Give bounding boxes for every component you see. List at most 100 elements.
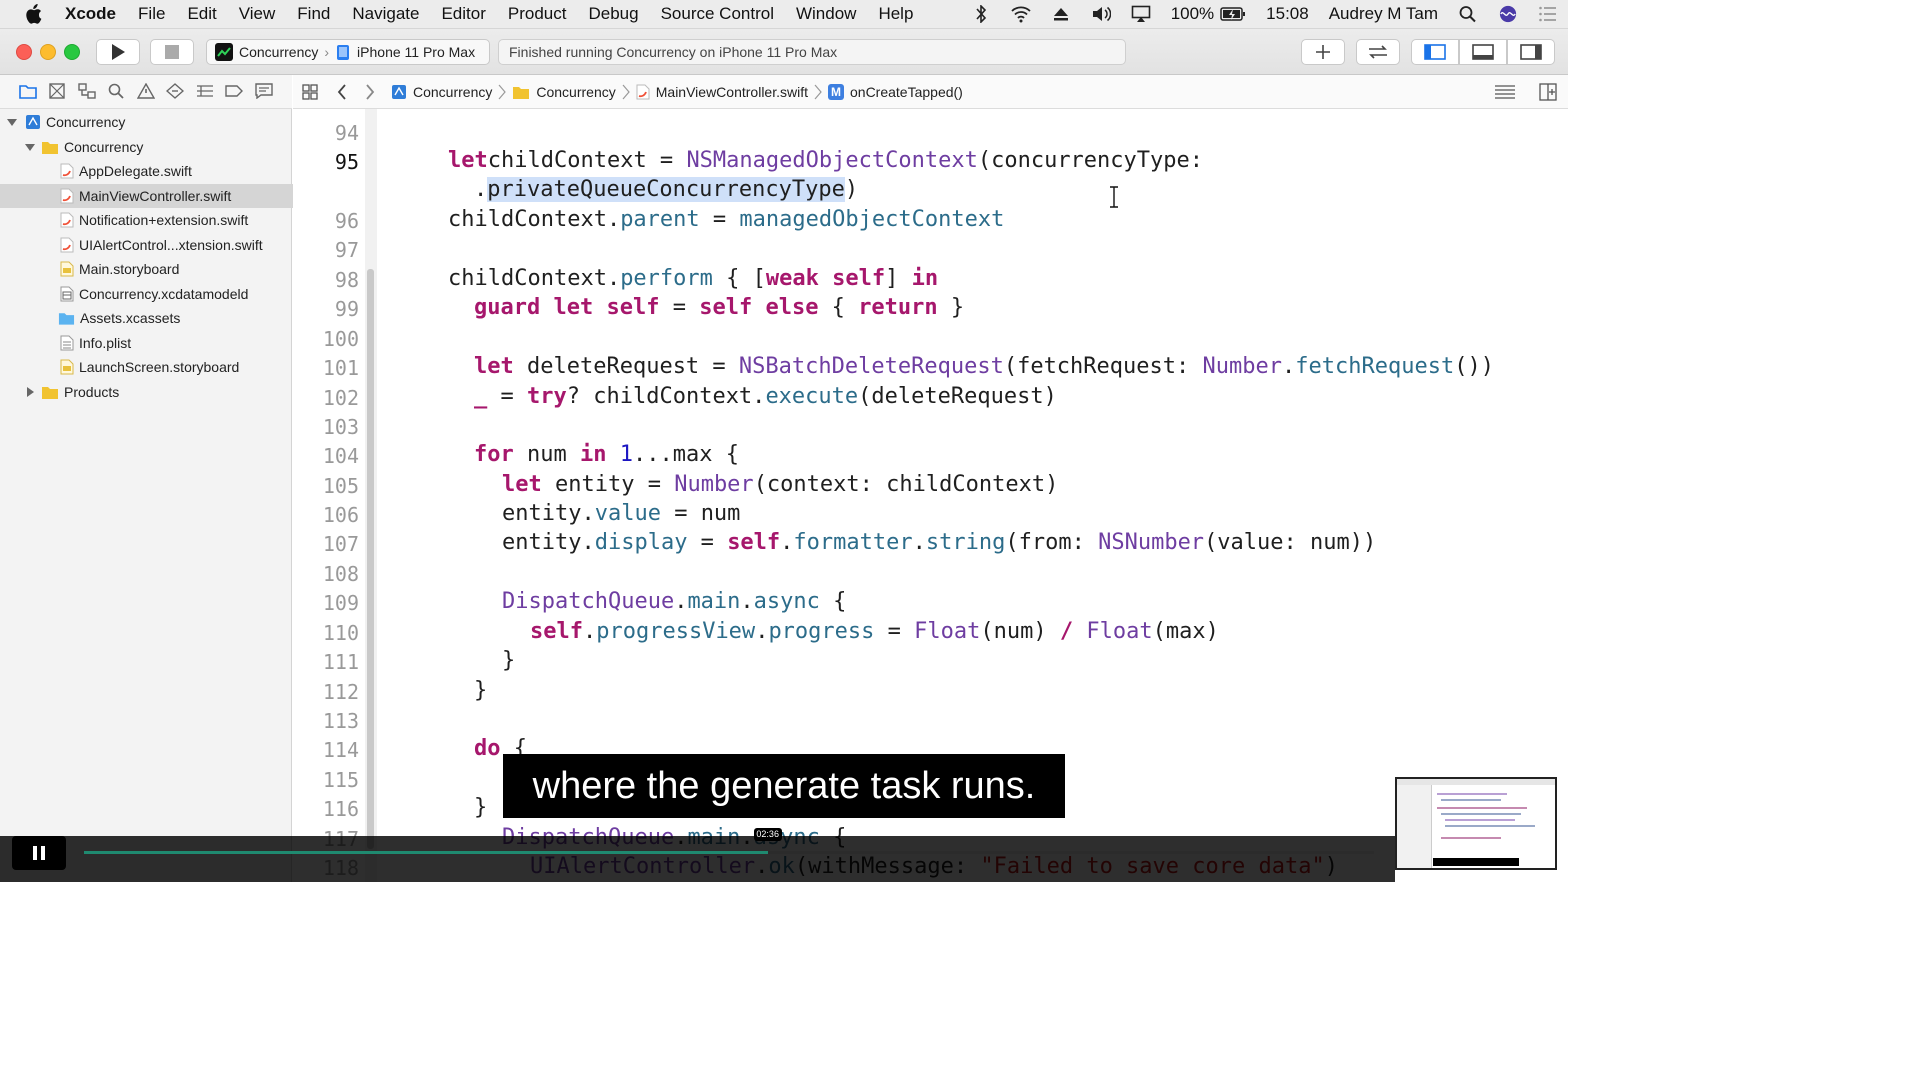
- project-navigator-icon[interactable]: [19, 83, 37, 99]
- breadcrumb: Concurrency Concurrency MainViewControll…: [391, 82, 963, 102]
- disclosure-expanded-icon[interactable]: [7, 117, 17, 127]
- menu-view[interactable]: View: [239, 4, 276, 24]
- editor-options-icon[interactable]: [1494, 84, 1516, 100]
- app-target-icon: [215, 43, 233, 61]
- navigator-selector-bar: [0, 75, 292, 109]
- apple-logo-icon[interactable]: [24, 4, 42, 24]
- toggle-navigator-button[interactable]: [1411, 39, 1459, 65]
- swift-file-icon: [60, 212, 74, 228]
- method-icon: M: [828, 84, 844, 100]
- file-label: MainViewController.swift: [79, 188, 232, 204]
- breadcrumb-chevron-icon: [498, 84, 507, 100]
- video-timestamp: 02:36: [753, 828, 782, 841]
- user-name[interactable]: Audrey M Tam: [1329, 4, 1438, 24]
- scheme-selector[interactable]: Concurrency › iPhone 11 Pro Max: [206, 39, 490, 65]
- menu-source-control[interactable]: Source Control: [661, 4, 774, 24]
- menu-help[interactable]: Help: [878, 4, 913, 24]
- line-number: 98: [334, 268, 359, 292]
- run-button[interactable]: [96, 39, 140, 65]
- menu-file[interactable]: File: [138, 4, 165, 24]
- asset-catalog-folder-icon: [58, 313, 75, 325]
- xcodeproj-icon: [26, 115, 40, 129]
- disclosure-collapsed-icon[interactable]: [25, 387, 35, 397]
- group-row-products[interactable]: Products: [0, 380, 291, 404]
- folder-icon: [42, 142, 58, 154]
- line-number-current: 95: [334, 150, 359, 174]
- issue-navigator-icon[interactable]: [137, 83, 155, 99]
- source-control-navigator-icon[interactable]: [49, 83, 65, 99]
- close-window-button[interactable]: [16, 44, 32, 60]
- toggle-inspector-button[interactable]: [1507, 39, 1555, 65]
- forward-chevron-icon[interactable]: [365, 84, 375, 100]
- change-bar: [365, 109, 377, 882]
- add-editor-icon[interactable]: [1539, 83, 1557, 101]
- status-area: 100% 15:08 Audrey M Tam: [961, 0, 1568, 28]
- spotlight-search-icon[interactable]: [1458, 5, 1478, 23]
- line-number: 106: [322, 503, 359, 527]
- swap-arrows-icon: [1369, 45, 1387, 59]
- clock-time[interactable]: 15:08: [1266, 4, 1309, 24]
- scroll-indicator[interactable]: [367, 269, 374, 849]
- volume-icon[interactable]: [1091, 5, 1111, 23]
- back-chevron-icon[interactable]: [337, 84, 347, 100]
- jump-bar: Concurrency Concurrency MainViewControll…: [293, 75, 1568, 109]
- toggle-debug-area-button[interactable]: [1459, 39, 1507, 65]
- find-navigator-icon[interactable]: [108, 83, 124, 99]
- menu-editor[interactable]: Editor: [441, 4, 485, 24]
- group-row-concurrency[interactable]: Concurrency: [0, 135, 291, 159]
- folder-icon: [513, 87, 530, 99]
- scheme-device-label: iPhone 11 Pro Max: [357, 44, 476, 60]
- menu-edit[interactable]: Edit: [187, 4, 216, 24]
- eject-icon[interactable]: [1051, 5, 1071, 23]
- menu-navigate[interactable]: Navigate: [352, 4, 419, 24]
- menu-window[interactable]: Window: [796, 4, 856, 24]
- code-line: }: [474, 795, 488, 820]
- file-label: Concurrency.xcdatamodeld: [79, 286, 249, 302]
- airplay-icon[interactable]: [1131, 5, 1151, 23]
- bluetooth-icon[interactable]: [971, 5, 991, 23]
- breadcrumb-group[interactable]: Concurrency: [536, 84, 615, 100]
- menu-debug[interactable]: Debug: [588, 4, 638, 24]
- video-progress-track[interactable]: [84, 851, 1374, 854]
- report-navigator-icon[interactable]: [255, 83, 273, 99]
- file-label: LaunchScreen.storyboard: [79, 359, 240, 375]
- battery-charging-icon[interactable]: [1220, 5, 1246, 23]
- code-line: entity.display = self.formatter.string(f…: [502, 530, 1377, 555]
- siri-icon[interactable]: [1498, 5, 1518, 23]
- pause-button[interactable]: [12, 836, 66, 870]
- folder-icon: [42, 387, 58, 399]
- menu-app-name[interactable]: Xcode: [65, 4, 116, 24]
- menu-product[interactable]: Product: [508, 4, 567, 24]
- related-items-icon[interactable]: [302, 84, 318, 100]
- menu-find[interactable]: Find: [297, 4, 330, 24]
- stop-button[interactable]: [150, 39, 194, 65]
- code-line: }: [474, 678, 488, 703]
- line-number: 110: [322, 621, 359, 645]
- plist-file-icon: [60, 335, 74, 351]
- left-panel-icon: [1424, 44, 1446, 60]
- line-number: 114: [322, 738, 359, 762]
- minimize-window-button[interactable]: [40, 44, 56, 60]
- zoom-window-button[interactable]: [64, 44, 80, 60]
- breadcrumb-method[interactable]: onCreateTapped(): [850, 84, 963, 100]
- code-line: childContext.perform { [weak self] in: [448, 266, 939, 291]
- notification-center-icon[interactable]: [1538, 5, 1558, 23]
- breadcrumb-file[interactable]: MainViewController.swift: [656, 84, 808, 100]
- symbol-navigator-icon[interactable]: [78, 83, 96, 99]
- test-navigator-icon[interactable]: [166, 83, 184, 99]
- debug-navigator-icon[interactable]: [196, 84, 214, 98]
- pause-icon: [33, 846, 45, 860]
- code-review-button[interactable]: [1356, 39, 1400, 65]
- play-icon: [112, 44, 125, 60]
- file-label: Main.storyboard: [79, 261, 180, 277]
- code-line: DispatchQueue.main.async {: [502, 589, 847, 614]
- breadcrumb-project[interactable]: Concurrency: [413, 84, 492, 100]
- file-label: UIAlertControl...xtension.swift: [79, 237, 263, 253]
- project-root-row[interactable]: Concurrency: [0, 110, 291, 134]
- disclosure-expanded-icon[interactable]: [25, 142, 35, 152]
- video-preview-thumbnail[interactable]: [1395, 777, 1557, 870]
- library-button[interactable]: [1301, 39, 1345, 65]
- wifi-icon[interactable]: [1011, 5, 1031, 23]
- breakpoint-navigator-icon[interactable]: [225, 84, 243, 98]
- line-number: 96: [334, 209, 359, 233]
